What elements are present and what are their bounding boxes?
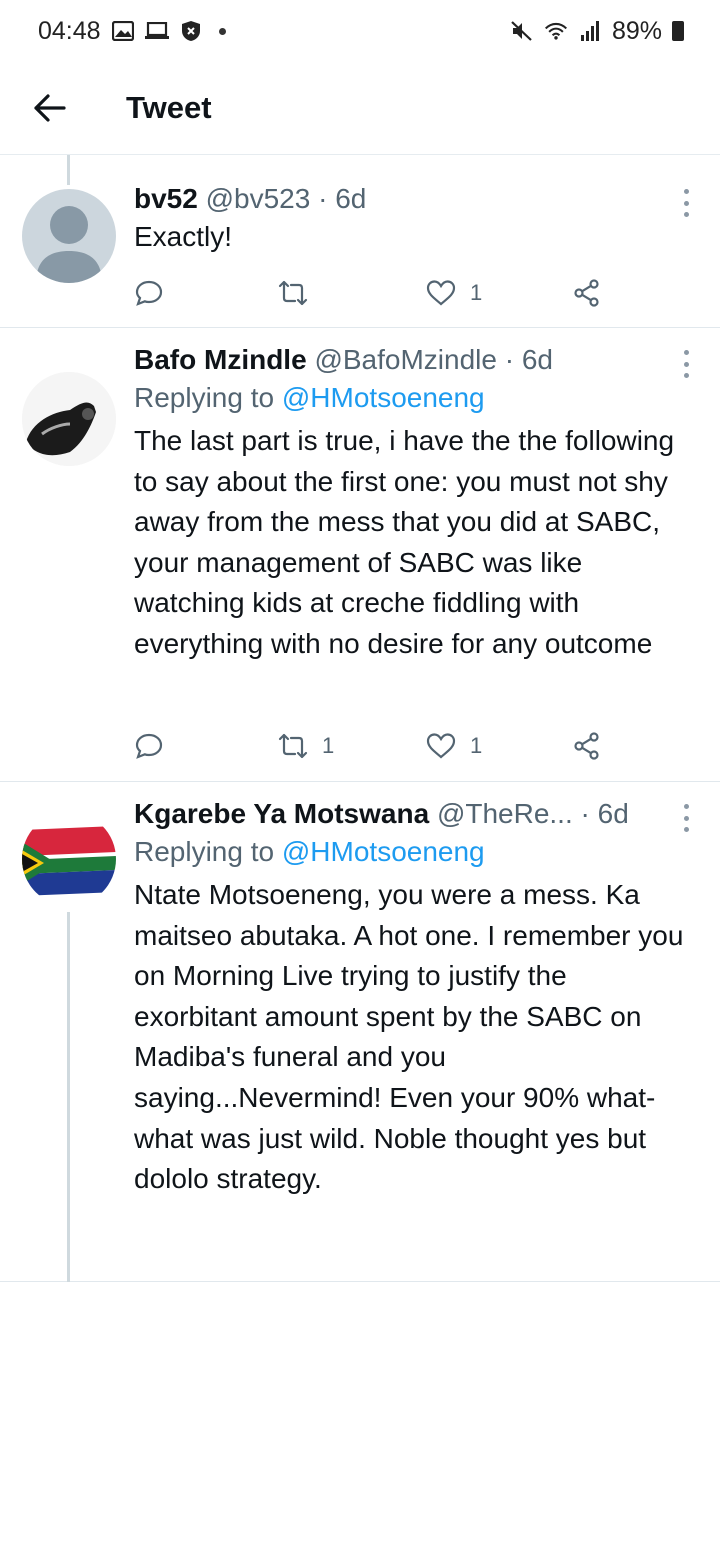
- retweet-button[interactable]: [278, 273, 322, 313]
- reply-feed[interactable]: bv52 @bv523 · 6d Exactly! 1 Bafo Mzindle…: [0, 154, 720, 1388]
- battery-icon: [672, 21, 684, 41]
- page-title: Tweet: [126, 90, 212, 125]
- tweet-text: Exactly!: [134, 221, 233, 252]
- reply-icon: [135, 733, 163, 759]
- mention-link[interactable]: @HMotsoeneng: [282, 382, 485, 413]
- reply-icon: [135, 280, 163, 306]
- gallery-icon: [111, 19, 135, 43]
- avatar[interactable]: [22, 812, 116, 906]
- like-button[interactable]: 1: [426, 273, 482, 313]
- more-button[interactable]: [680, 804, 692, 832]
- replying-prefix: Replying to: [134, 382, 282, 413]
- retweet-icon: [278, 280, 308, 306]
- share-button[interactable]: [572, 726, 602, 766]
- tweet-item[interactable]: Kgarebe Ya Motswana @TheRe... · 6d Reply…: [0, 782, 720, 1282]
- thread-line: [67, 155, 70, 185]
- tweet-header: Kgarebe Ya Motswana @TheRe... · 6d: [134, 798, 629, 829]
- replying-to: Replying to @HMotsoeneng: [134, 832, 696, 872]
- replying-prefix: Replying to: [134, 836, 282, 867]
- status-bar: 04:48 89%: [0, 0, 720, 62]
- like-button[interactable]: 1: [426, 726, 482, 766]
- tweet-item[interactable]: bv52 @bv523 · 6d Exactly! 1: [0, 155, 720, 328]
- tweet-text: The last part is true, i have the the fo…: [134, 425, 675, 659]
- tweet-actions: 1 1: [134, 726, 604, 766]
- like-count: 1: [470, 733, 483, 758]
- retweet-button[interactable]: 1: [278, 726, 334, 766]
- back-button[interactable]: [20, 78, 80, 138]
- south-africa-flag-image: [22, 812, 116, 906]
- like-icon: [426, 280, 456, 306]
- replying-to: Replying to @HMotsoeneng: [134, 378, 696, 418]
- tweet-header: Bafo Mzindle @BafoMzindle · 6d: [134, 344, 554, 375]
- retweet-icon: [278, 733, 308, 759]
- status-time: 04:48: [38, 16, 101, 45]
- author-name[interactable]: bv52: [134, 183, 198, 214]
- author-handle[interactable]: @TheRe...: [437, 798, 573, 829]
- tweet-text: Ntate Motsoeneng, you were a mess. Ka ma…: [134, 879, 684, 1195]
- thread-line: [67, 912, 70, 1282]
- tweet-item[interactable]: Bafo Mzindle @BafoMzindle · 6d Replying …: [0, 328, 720, 782]
- author-handle[interactable]: @bv523: [206, 183, 311, 214]
- signal-icon: [578, 19, 602, 43]
- reply-button[interactable]: [134, 273, 178, 313]
- screen: 04:48 89% Tweet bv52 @bv523 · 6d Exactly…: [0, 0, 720, 1560]
- tweet-age: 6d: [335, 183, 367, 214]
- more-button[interactable]: [680, 189, 692, 217]
- tweet-age: 6d: [597, 798, 629, 829]
- like-icon: [426, 733, 456, 759]
- author-name[interactable]: Kgarebe Ya Motswana: [134, 798, 429, 829]
- wifi-icon: [544, 19, 568, 43]
- shield-icon: [179, 19, 203, 43]
- notification-dot: [218, 27, 226, 35]
- more-button[interactable]: [680, 350, 692, 378]
- reply-button[interactable]: [134, 726, 178, 766]
- battery-percent: 89%: [611, 16, 662, 45]
- share-button[interactable]: [572, 273, 602, 313]
- share-icon: [574, 279, 599, 307]
- app-header: Tweet: [0, 62, 720, 154]
- author-name[interactable]: Bafo Mzindle: [134, 344, 307, 375]
- laptop-icon: [144, 19, 169, 43]
- like-count: 1: [470, 280, 483, 305]
- author-handle[interactable]: @BafoMzindle: [314, 344, 497, 375]
- back-arrow-icon: [34, 94, 66, 122]
- muted-speaker-icon: [510, 19, 534, 43]
- tweet-age: 6d: [521, 344, 554, 375]
- tweet-actions: 1: [134, 273, 604, 313]
- tweet-header: bv52 @bv523 · 6d: [134, 183, 367, 214]
- retweet-count: 1: [322, 733, 335, 758]
- share-icon: [574, 732, 599, 760]
- mention-link[interactable]: @HMotsoeneng: [282, 836, 485, 867]
- avatar[interactable]: [22, 372, 116, 466]
- avatar[interactable]: [22, 189, 116, 283]
